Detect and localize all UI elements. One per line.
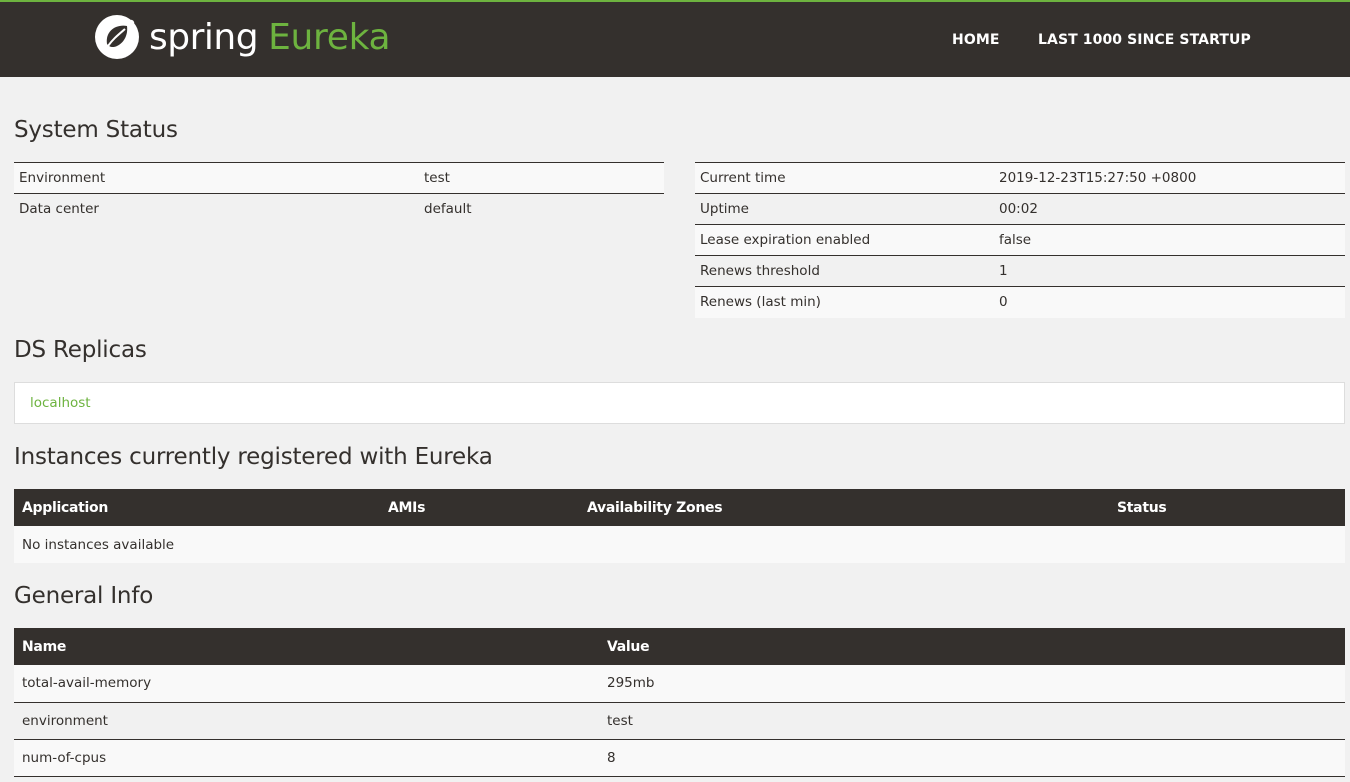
uptime-value: 00:02 [994,193,1345,225]
brand-logo[interactable]: spring Eureka [94,12,391,62]
info-name: total-avail-memory [14,665,599,703]
uptime-label: Uptime [695,193,994,225]
column-header-application: Application [14,489,380,526]
system-status-left-table: Environment test Data center default [14,162,664,225]
table-row: Renews (last min) 0 [695,286,1345,318]
general-info-heading: General Info [14,583,154,609]
info-name: environment [14,702,599,740]
nav-home-link[interactable]: HOME [952,32,1000,48]
instances-table: Application AMIs Availability Zones Stat… [14,489,1345,563]
info-value: test [599,702,1345,740]
table-header-row: Application AMIs Availability Zones Stat… [14,489,1345,526]
environment-label: Environment [14,162,419,194]
renews-last-min-label: Renews (last min) [695,286,994,318]
table-row: environment test [14,702,1345,740]
info-name: num-of-cpus [14,739,599,777]
table-row: Renews threshold 1 [695,255,1345,287]
system-status-heading: System Status [14,117,178,143]
column-header-status: Status [1109,489,1345,526]
table-row: Data center default [14,193,664,225]
top-navbar: spring Eureka HOME LAST 1000 SINCE START… [0,0,1350,77]
brand-eureka-text: Eureka [268,16,391,58]
column-header-value: Value [599,628,1345,665]
data-center-value: default [419,193,664,225]
column-header-name: Name [14,628,599,665]
table-row: Current time 2019-12-23T15:27:50 +0800 [695,162,1345,194]
lease-expiration-value: false [994,224,1345,256]
table-header-row: Name Value [14,628,1345,665]
data-center-label: Data center [14,193,419,225]
brand-spring-text: spring [149,16,259,58]
current-time-value: 2019-12-23T15:27:50 +0800 [994,162,1345,194]
info-value: 8 [599,739,1345,777]
replica-link-localhost[interactable]: localhost [30,395,91,411]
table-row: total-avail-memory 295mb [14,665,1345,703]
table-row: num-of-cpus 8 [14,739,1345,777]
column-header-amis: AMIs [380,489,579,526]
renews-last-min-value: 0 [994,286,1345,318]
renews-threshold-value: 1 [994,255,1345,287]
ds-replicas-list: localhost [14,382,1345,424]
column-header-availability-zones: Availability Zones [579,489,1109,526]
system-status-right-table: Current time 2019-12-23T15:27:50 +0800 U… [695,162,1345,318]
general-info-table: Name Value total-avail-memory 295mb envi… [14,628,1345,777]
renews-threshold-label: Renews threshold [695,255,994,287]
table-row: Lease expiration enabled false [695,224,1345,256]
lease-expiration-label: Lease expiration enabled [695,224,994,256]
table-row: No instances available [14,526,1345,563]
instances-heading: Instances currently registered with Eure… [14,444,493,470]
nav-last-1000-link[interactable]: LAST 1000 SINCE STARTUP [1038,32,1251,48]
table-row: Environment test [14,162,664,194]
no-instances-message: No instances available [14,526,1345,563]
spring-leaf-icon [95,15,139,59]
ds-replicas-heading: DS Replicas [14,337,147,363]
info-value: 295mb [599,665,1345,703]
table-row: Uptime 00:02 [695,193,1345,225]
environment-value: test [419,162,664,194]
current-time-label: Current time [695,162,994,194]
